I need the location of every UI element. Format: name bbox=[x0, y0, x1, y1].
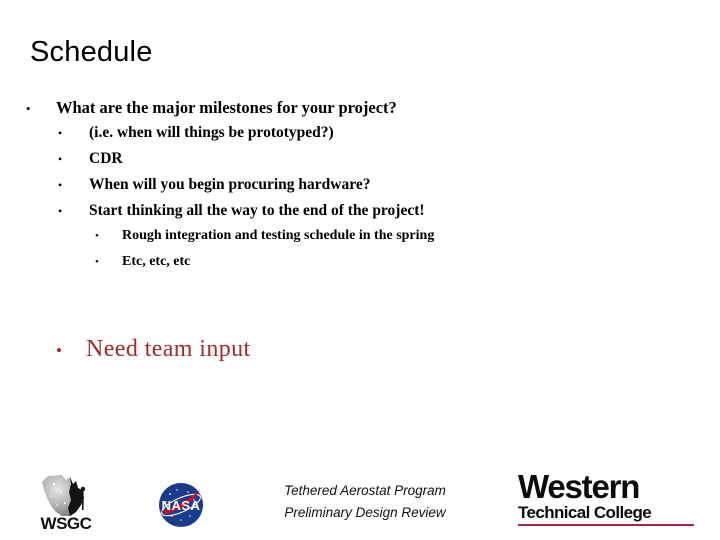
bullet-marker-icon: • bbox=[95, 230, 99, 242]
nasa-insignia-logo: NASA bbox=[150, 480, 212, 530]
bullet-text: Etc, etc, etc bbox=[122, 254, 191, 269]
western-logo-line-1: Western bbox=[518, 468, 640, 505]
bullet-item-level2: • Start thinking all the way to the end … bbox=[0, 202, 700, 228]
bullet-marker-icon: • bbox=[26, 101, 31, 116]
bullet-text: Start thinking all the way to the end of… bbox=[89, 202, 425, 219]
bullet-text: When will you begin procuring hardware? bbox=[89, 176, 371, 193]
western-logo-line-2: Technical College bbox=[518, 503, 652, 522]
bullet-item-level3: • Etc, etc, etc bbox=[0, 254, 700, 280]
bullet-list: • What are the major milestones for your… bbox=[0, 98, 700, 280]
footer-caption-line-1: Tethered Aerostat Program bbox=[284, 483, 446, 498]
footer-caption-line-2: Preliminary Design Review bbox=[284, 505, 446, 520]
bullet-item-level2: • When will you begin procuring hardware… bbox=[0, 176, 700, 202]
bullet-text: What are the major milestones for your p… bbox=[56, 98, 397, 117]
presentation-slide: Schedule • What are the major milestones… bbox=[0, 0, 720, 540]
footer-caption: Tethered Aerostat Program Preliminary De… bbox=[250, 480, 480, 524]
bullet-marker-icon: • bbox=[58, 204, 63, 218]
bullet-text: (i.e. when will things be prototyped?) bbox=[89, 124, 334, 141]
wsgc-logo: WSGC bbox=[18, 472, 114, 534]
bullet-marker-icon: • bbox=[58, 152, 63, 166]
bullet-text: CDR bbox=[89, 150, 123, 167]
nasa-meatball-icon bbox=[159, 483, 203, 527]
bullet-marker-icon: • bbox=[56, 341, 62, 360]
page-title: Schedule bbox=[30, 36, 153, 68]
bullet-marker-icon: • bbox=[95, 256, 99, 268]
western-logo-rule bbox=[518, 524, 694, 526]
highlight-bullet-text: Need team input bbox=[86, 336, 251, 362]
bullet-marker-icon: • bbox=[58, 178, 63, 192]
western-technical-college-logo: Western Technical College bbox=[518, 470, 698, 532]
bullet-item-level1: • What are the major milestones for your… bbox=[0, 98, 700, 124]
bullet-item-level2: • (i.e. when will things be prototyped?) bbox=[0, 124, 700, 150]
wisconsin-state-icon bbox=[42, 475, 86, 516]
bullet-text: Rough integration and testing schedule i… bbox=[122, 228, 435, 243]
slide-footer: WSGC Tethered Aerostat Program Prelimina… bbox=[0, 466, 720, 540]
bullet-item-level2: • CDR bbox=[0, 150, 700, 176]
wsgc-wordmark: WSGC bbox=[40, 514, 92, 533]
highlight-bullet-item: • Need team input bbox=[0, 336, 251, 363]
bullet-item-level3: • Rough integration and testing schedule… bbox=[0, 228, 700, 254]
bullet-marker-icon: • bbox=[58, 126, 63, 140]
